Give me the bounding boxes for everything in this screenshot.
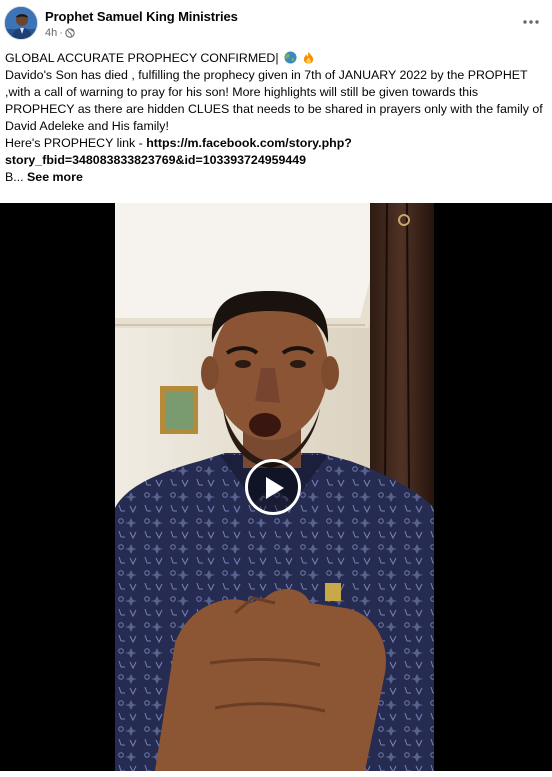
truncated-row: B... See more (5, 169, 545, 186)
fire-emoji-icon (304, 51, 314, 64)
play-button[interactable] (245, 459, 301, 515)
truncated-text: B... (5, 170, 28, 184)
avatar-image (5, 7, 37, 39)
post-headline: GLOBAL ACCURATE PROPHECY CONFIRMED| (5, 51, 279, 65)
post-headline-line: GLOBAL ACCURATE PROPHECY CONFIRMED| (5, 50, 545, 67)
post-paragraph: Davido's Son has died , fulfilling the p… (5, 68, 543, 133)
meta-separator: · (59, 27, 63, 39)
prophecy-link-continued[interactable]: story_fbid=348083833823769&id=1033937249… (5, 153, 306, 167)
facebook-post: Prophet Samuel King Ministries 4h · GLOB… (0, 0, 552, 777)
post-header: Prophet Samuel King Ministries 4h · (0, 0, 552, 44)
globe-icon[interactable] (65, 28, 75, 38)
page-name[interactable]: Prophet Samuel King Ministries (45, 9, 238, 24)
link-line: Here's PROPHECY link - https://m.faceboo… (5, 135, 545, 169)
see-more-button[interactable]: See more (27, 170, 83, 184)
post-options-button[interactable] (520, 12, 542, 32)
post-meta: 4h · (45, 27, 75, 39)
video-player[interactable] (0, 203, 552, 771)
page-avatar[interactable] (4, 6, 38, 40)
link-prefix: Here's PROPHECY link - (5, 136, 147, 150)
post-message: GLOBAL ACCURATE PROPHECY CONFIRMED| Davi… (5, 50, 545, 186)
post-time[interactable]: 4h (45, 27, 57, 39)
more-horizontal-icon (523, 20, 539, 24)
play-icon (266, 477, 284, 499)
globe-emoji-icon (284, 51, 297, 64)
prophecy-link[interactable]: https://m.facebook.com/story.php? (146, 136, 352, 150)
